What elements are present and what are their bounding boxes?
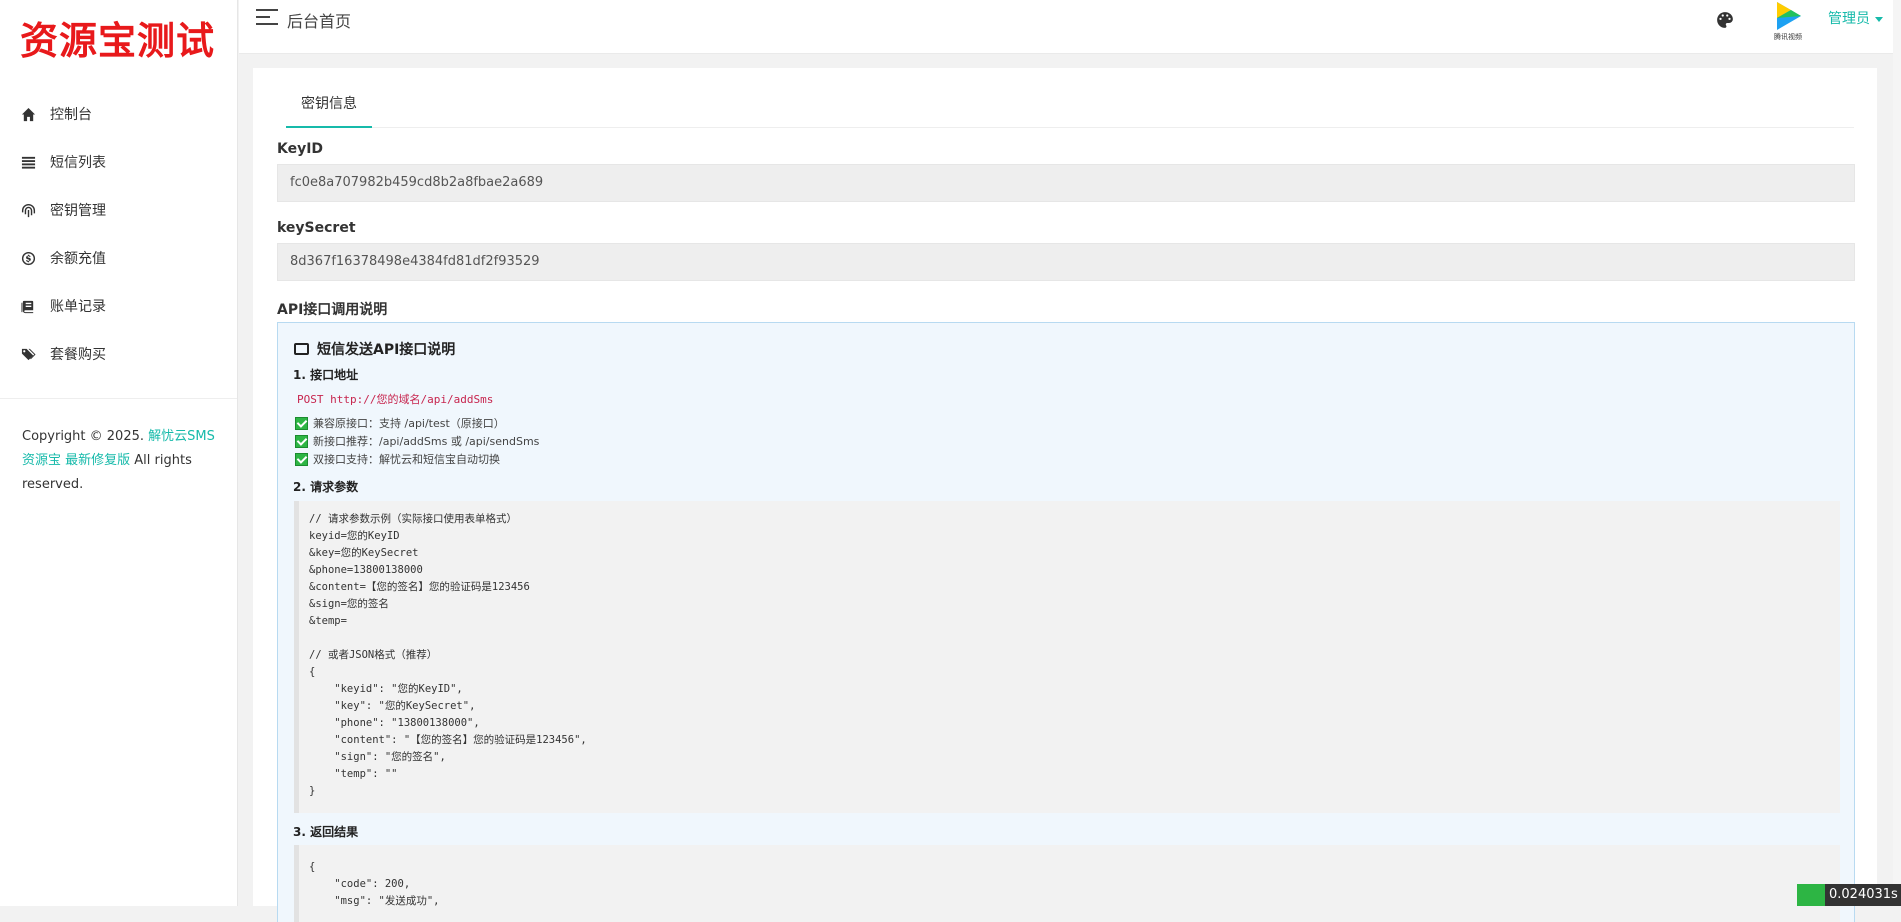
main-card: 密钥信息 KeyID fc0e8a707982b459cd8b2a8fbae2a… <box>253 68 1877 906</box>
square-icon <box>294 343 309 355</box>
keysecret-field[interactable]: 8d367f16378498e4384fd81df2f93529 <box>277 243 1855 281</box>
sidebar-item-sms-list[interactable]: 短信列表 <box>0 138 237 186</box>
params-code-block: // 请求参数示例（实际接口使用表单格式） keyid=您的KeyID &key… <box>294 501 1840 813</box>
sidebar-item-label: 控制台 <box>50 104 92 124</box>
page-title: 后台首页 <box>287 8 351 32</box>
copyright-link-ziyuanbao[interactable]: 资源宝 最新修复版 <box>22 453 130 468</box>
result-code-block: { "code": 200, "msg": "发送成功", <box>294 845 1840 922</box>
sidebar-item-label: 套餐购买 <box>50 344 106 364</box>
performance-time: 0.024031s <box>1829 887 1898 902</box>
chevron-down-icon <box>1875 17 1883 22</box>
api-doc-title-text: 短信发送API接口说明 <box>317 339 455 359</box>
sidebar-item-dashboard[interactable]: 控制台 <box>0 90 237 138</box>
fingerprint-icon <box>20 202 36 218</box>
sidebar-item-key-management[interactable]: 密钥管理 <box>0 186 237 234</box>
sidebar-item-packages[interactable]: 套餐购买 <box>0 330 237 378</box>
copyright: Copyright © 2025. 解忧云SMS 资源宝 最新修复版 All r… <box>0 399 237 497</box>
check-item-text: 兼容原接口：支持 /api/test（原接口） <box>313 415 505 431</box>
palette-icon[interactable] <box>1716 11 1734 29</box>
avatar-caption: 腾讯视频 <box>1774 32 1802 41</box>
keyid-label: KeyID <box>277 141 323 157</box>
api-doc-box: 短信发送API接口说明 1. 接口地址 POST http://您的域名/api… <box>277 322 1855 922</box>
menu-toggle-icon[interactable] <box>256 9 278 27</box>
check-item-text: 双接口支持：解忧云和短信宝自动切换 <box>313 451 500 467</box>
api-section-label: API接口调用说明 <box>277 299 387 319</box>
sidebar-item-label: 余额充值 <box>50 248 106 268</box>
sidebar-item-billing[interactable]: 账单记录 <box>0 282 237 330</box>
home-icon <box>20 106 36 122</box>
api-doc-title: 短信发送API接口说明 <box>294 339 455 359</box>
endpoint-code: POST http://您的域名/api/addSms <box>297 391 493 407</box>
check-item: 兼容原接口：支持 /api/test（原接口） <box>295 415 505 431</box>
admin-dropdown[interactable]: 管理员 <box>1828 8 1883 28</box>
dollar-icon <box>20 250 36 266</box>
sidebar: 资源宝测试 控制台 短信列表 密钥管理 余额充值 <box>0 0 238 906</box>
tab-label: 密钥信息 <box>301 96 357 112</box>
copyright-prefix: Copyright © 2025. <box>22 429 144 444</box>
performance-logo-icon <box>1797 884 1825 906</box>
topbar: 后台首页 腾讯视频 管理员 <box>239 0 1901 54</box>
section-endpoint-title: 1. 接口地址 <box>293 366 358 383</box>
book-icon <box>20 298 36 314</box>
checkmark-icon <box>295 453 308 466</box>
check-item: 新接口推荐：/api/addSms 或 /api/sendSms <box>295 433 539 449</box>
tags-icon <box>20 346 36 362</box>
sidebar-nav: 控制台 短信列表 密钥管理 余额充值 账单记录 <box>0 90 237 378</box>
sidebar-item-label: 短信列表 <box>50 152 106 172</box>
tab-bar: 密钥信息 <box>286 68 1854 128</box>
section-params-title: 2. 请求参数 <box>293 478 358 495</box>
site-logo[interactable]: 资源宝测试 <box>0 0 237 70</box>
tab-key-info[interactable]: 密钥信息 <box>286 93 372 128</box>
check-item-text: 新接口推荐：/api/addSms 或 /api/sendSms <box>313 433 539 449</box>
list-icon <box>20 154 36 170</box>
check-item: 双接口支持：解忧云和短信宝自动切换 <box>295 451 500 467</box>
checkmark-icon <box>295 417 308 430</box>
keyid-field[interactable]: fc0e8a707982b459cd8b2a8fbae2a689 <box>277 164 1855 202</box>
copyright-link-jieyouyun[interactable]: 解忧云SMS <box>148 429 215 444</box>
scrollbar[interactable] <box>1893 0 1901 906</box>
sidebar-item-recharge[interactable]: 余额充值 <box>0 234 237 282</box>
admin-label: 管理员 <box>1828 11 1870 27</box>
avatar[interactable]: 腾讯视频 <box>1767 0 1809 42</box>
keysecret-label: keySecret <box>277 220 356 236</box>
sidebar-item-label: 密钥管理 <box>50 200 106 220</box>
checkmark-icon <box>295 435 308 448</box>
section-result-title: 3. 返回结果 <box>293 823 358 840</box>
sidebar-item-label: 账单记录 <box>50 296 106 316</box>
performance-badge: 0.024031s <box>1797 884 1901 906</box>
